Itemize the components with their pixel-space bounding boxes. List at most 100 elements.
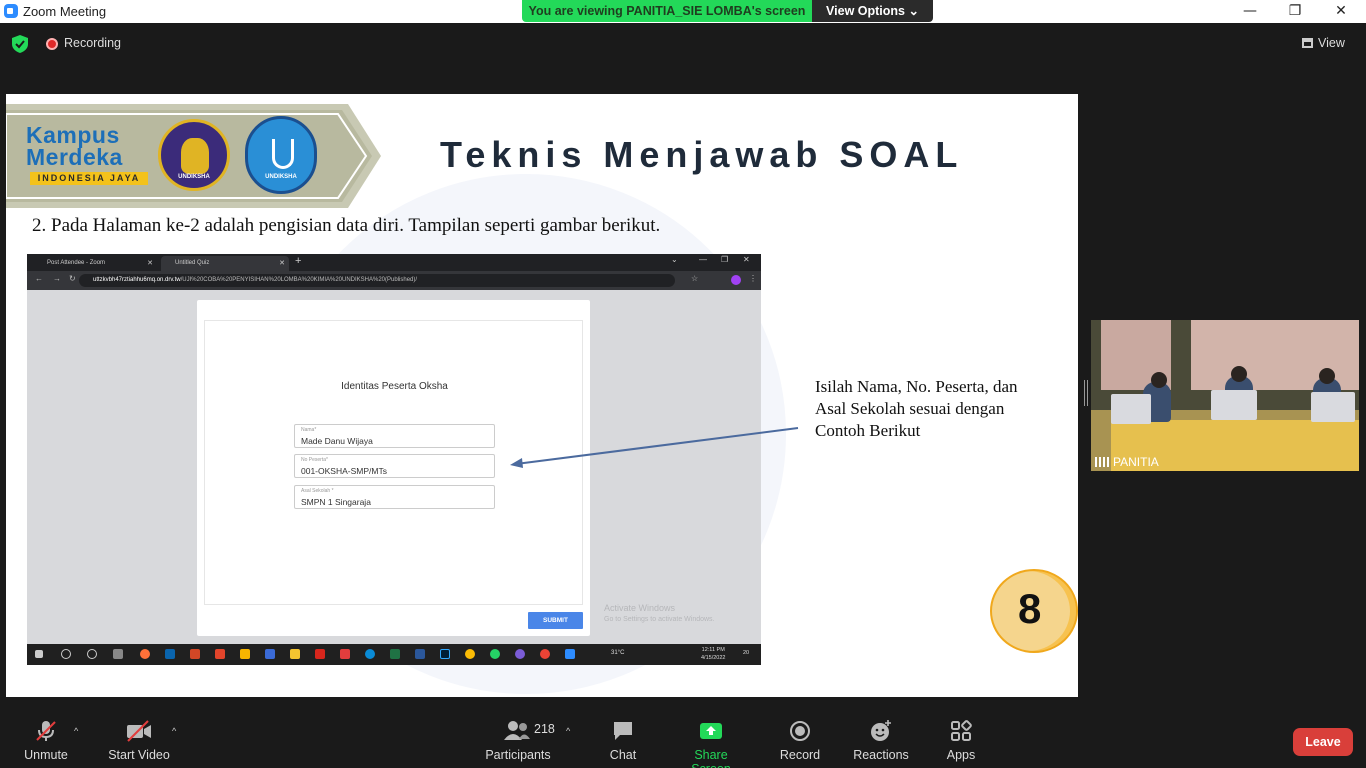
- acrobat-icon: [315, 649, 325, 659]
- university-seal-logo: UNDIKSHA: [158, 119, 230, 191]
- view-label: View: [1318, 36, 1345, 50]
- app-icon: [240, 649, 250, 659]
- tab1-label: Post Attendee - Zoom: [47, 260, 106, 266]
- meeting-topbar: Recording View: [0, 23, 1366, 63]
- url-host: uttzkvbh47rztiahhu6mq.on.drv.tw: [93, 277, 181, 283]
- reactions-label: Reactions: [853, 748, 909, 762]
- task-view-icon: [113, 649, 123, 659]
- participant-video-tile[interactable]: PANITIA: [1091, 320, 1359, 471]
- screen-share-banner: You are viewing PANITIA_SIE LOMBA's scre…: [522, 0, 933, 22]
- video-options-chevron-icon[interactable]: ^: [172, 726, 176, 736]
- chemistry-seal-logo: UNDIKSHA: [245, 116, 317, 194]
- activate-windows-watermark: Activate Windows Go to Settings to activ…: [604, 602, 715, 626]
- browser-toolbar: ← → ↻ uttzkvbh47rztiahhu6mq.on.drv.tw/UJ…: [27, 271, 761, 290]
- new-tab-icon: +: [295, 255, 302, 267]
- participants-icon-wrap: 218: [484, 720, 555, 748]
- taskbar-clock: 12:11 PM 4/15/2022: [701, 646, 725, 662]
- notification-badge: 20: [743, 650, 750, 656]
- browser-tab-zoom: Post Attendee - Zoom ✕: [33, 256, 157, 271]
- cortana-icon: [87, 649, 97, 659]
- chat-button[interactable]: Chat: [606, 720, 640, 762]
- activate-subtitle: Go to Settings to activate Windows.: [604, 616, 715, 623]
- browser-minimize-icon: —: [699, 255, 707, 264]
- maximize-button[interactable]: ❐: [1272, 0, 1318, 23]
- weather-temp: 31°C: [611, 650, 625, 656]
- name-field-label: Nama*: [301, 427, 317, 433]
- callout-line-3: Contoh Berikut: [815, 421, 921, 440]
- excel-icon: [390, 649, 400, 659]
- whatsapp-icon: [490, 649, 500, 659]
- splitter-handle[interactable]: [1084, 380, 1088, 406]
- share-screen-label: Share Screen: [691, 748, 731, 768]
- unmute-button[interactable]: Unmute: [22, 720, 70, 762]
- callout-line-2: Asal Sekolah sesuai dengan: [815, 399, 1005, 418]
- school-field-value: SMPN 1 Singaraja: [301, 497, 371, 507]
- seal2-text: UNDIKSHA: [265, 174, 297, 180]
- name-field: Nama* Made Danu Wijaya: [294, 424, 495, 448]
- video-laptop: [1211, 390, 1257, 420]
- powerpoint-icon: [190, 649, 200, 659]
- windows-taskbar: 31°C 12:11 PM 4/15/2022 20: [27, 644, 761, 665]
- pointer-arrow: [510, 427, 799, 468]
- app-icon: [265, 649, 275, 659]
- logo-tagline: INDONESIA JAYA: [30, 172, 148, 185]
- video-laptop: [1311, 392, 1355, 422]
- share-screen-button[interactable]: Share Screen: [674, 720, 748, 768]
- callout-line-1: Isilah Nama, No. Peserta, dan: [815, 377, 1018, 396]
- participant-name: PANITIA: [1113, 455, 1159, 469]
- participant-number-label: No Peserta*: [301, 457, 328, 463]
- kampus-merdeka-logo: Kampus Merdeka: [26, 122, 151, 170]
- zoom-logo-icon: [4, 4, 18, 18]
- activate-title: Activate Windows: [604, 603, 676, 613]
- leave-button[interactable]: Leave: [1293, 728, 1353, 756]
- recording-label: Recording: [64, 36, 121, 50]
- photoshop-icon: [440, 649, 450, 659]
- forward-icon: →: [53, 274, 61, 283]
- slide-page-number: 8: [990, 569, 1078, 653]
- apps-icon: [951, 720, 972, 741]
- page-number-text: 8: [1018, 585, 1042, 632]
- logo-text: Kampus Merdeka: [26, 122, 123, 170]
- slide-title: Teknis Menjawab SOAL: [440, 134, 964, 175]
- microphone-muted-icon: [36, 721, 56, 741]
- school-field-label: Asal Sekolah *: [301, 488, 334, 494]
- view-options-button[interactable]: View Options ⌄: [812, 0, 933, 22]
- browser-tabstrip: Post Attendee - Zoom ✕ Untitled Quiz ✕ + ⌄…: [27, 254, 761, 271]
- minimize-button[interactable]: —: [1227, 0, 1273, 23]
- share-screen-icon: [700, 723, 722, 739]
- callout-text: Isilah Nama, No. Peserta, dan Asal Sekol…: [815, 376, 1018, 442]
- tab-close-icon: ✕: [147, 260, 153, 267]
- reactions-smiley-icon: [871, 720, 891, 741]
- zoom-window: Zoom Meeting — ❐ ✕ You are viewing PANIT…: [0, 0, 1366, 768]
- chrome-icon: [465, 649, 475, 659]
- encryption-shield-icon[interactable]: [12, 35, 28, 53]
- viewing-screen-message: You are viewing PANITIA_SIE LOMBA's scre…: [522, 0, 812, 22]
- video-person-head: [1231, 366, 1247, 382]
- recording-icon: [46, 38, 58, 50]
- taskbar-time: 12:11 PM: [701, 647, 725, 653]
- participants-button[interactable]: 218 Participants: [484, 720, 555, 762]
- school-field: Asal Sekolah * SMPN 1 Singaraja: [294, 485, 495, 509]
- reload-icon: ↻: [69, 274, 76, 283]
- audio-options-chevron-icon[interactable]: ^: [74, 726, 78, 736]
- star-icon: ☆: [691, 274, 699, 283]
- shared-slide: Kampus Merdeka INDONESIA JAYA UNDIKSHA U…: [6, 94, 1078, 697]
- close-button[interactable]: ✕: [1318, 0, 1364, 23]
- reactions-button[interactable]: Reactions: [852, 720, 910, 762]
- record-button[interactable]: Record: [778, 720, 822, 762]
- url-path: /UJI%20COBA%20PENYISIHAN%20LOMBA%20KIMIA…: [180, 277, 418, 283]
- participants-icon: [504, 721, 530, 740]
- back-icon: ←: [35, 274, 43, 283]
- app-icon: [215, 649, 225, 659]
- start-video-button[interactable]: Start Video: [106, 720, 172, 762]
- address-bar: uttzkvbh47rztiahhu6mq.on.drv.tw/UJI%20CO…: [79, 274, 675, 287]
- chevron-down-icon: ⌄: [671, 255, 678, 264]
- apps-button[interactable]: Apps: [944, 720, 978, 762]
- participants-chevron-icon[interactable]: ^: [566, 726, 570, 736]
- meeting-controls-toolbar: Unmute ^ Start Video ^ 218 Participants …: [0, 712, 1366, 768]
- browser-close-icon: ✕: [743, 255, 750, 264]
- quiz-submit-button: SUBMIT: [528, 612, 583, 629]
- window-title: Zoom Meeting: [23, 4, 107, 19]
- view-button[interactable]: View: [1302, 33, 1358, 53]
- name-field-value: Made Danu Wijaya: [301, 436, 373, 446]
